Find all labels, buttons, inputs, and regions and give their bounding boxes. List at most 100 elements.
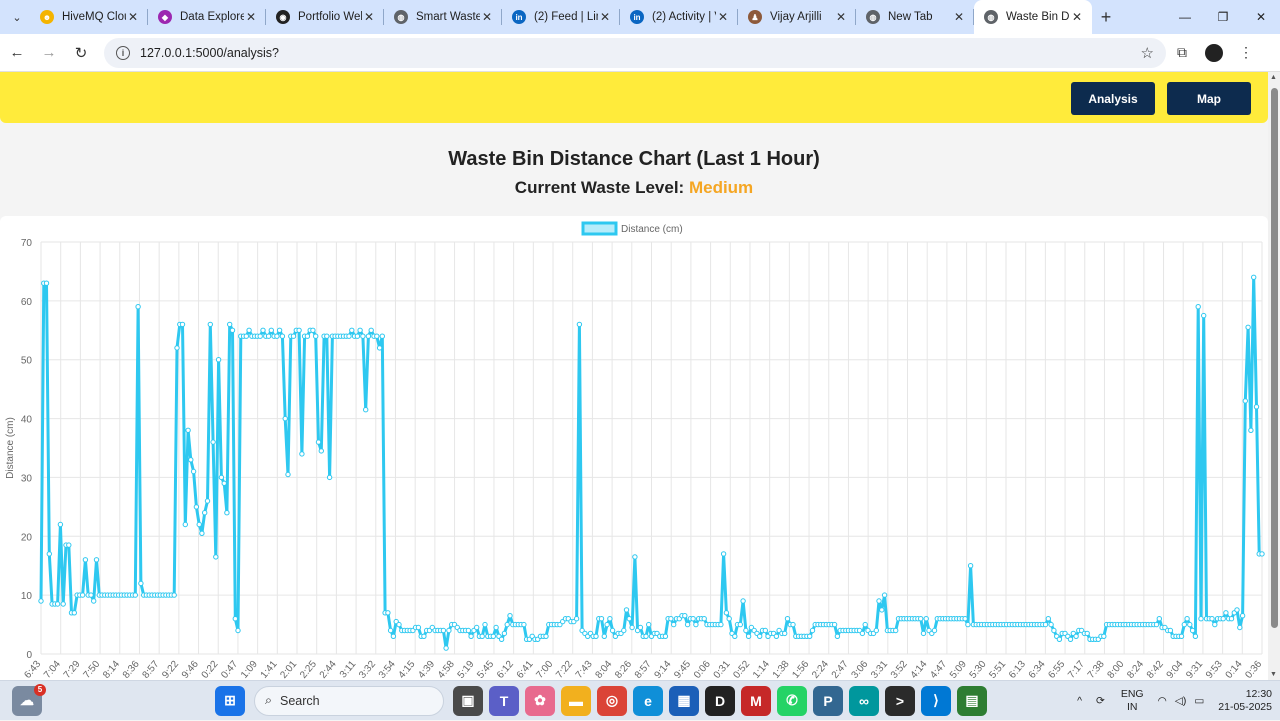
- browser-tab[interactable]: ◍ Smart Waste ✕: [384, 0, 502, 34]
- browser-tab[interactable]: in (2) Activity | V ✕: [620, 0, 738, 34]
- page-title: Waste Bin Distance Chart (Last 1 Hour): [448, 148, 820, 170]
- data-point: [1220, 616, 1226, 622]
- battery-icon[interactable]: ▭: [1194, 695, 1204, 707]
- data-point: [1189, 627, 1196, 634]
- chrome-icon[interactable]: ◎: [597, 685, 627, 716]
- data-point: [390, 633, 397, 639]
- teams-icon[interactable]: T: [489, 685, 519, 716]
- analysis-button[interactable]: Analysis: [1071, 82, 1155, 115]
- x-tick-label: 5:19: [456, 659, 477, 680]
- tab-close-icon[interactable]: ✕: [362, 10, 376, 24]
- terminal-icon[interactable]: >: [885, 685, 915, 716]
- store-icon[interactable]: ▦: [669, 685, 699, 716]
- data-point: [740, 598, 746, 604]
- task-view-icon[interactable]: ▣: [453, 685, 483, 716]
- dell-icon[interactable]: D: [705, 685, 735, 716]
- back-button[interactable]: ←: [2, 38, 32, 68]
- bookmark-star-icon[interactable]: ☆: [1141, 44, 1154, 62]
- scroll-up-icon[interactable]: ▲: [1270, 74, 1277, 81]
- data-point: [468, 633, 474, 639]
- scrollbar-thumb[interactable]: [1271, 88, 1278, 628]
- new-tab-button[interactable]: +: [1092, 7, 1120, 28]
- map-button[interactable]: Map: [1167, 82, 1251, 115]
- clock[interactable]: 12:30 21-05-2025: [1218, 688, 1272, 714]
- tab-close-icon[interactable]: ✕: [1070, 10, 1084, 24]
- postgres-icon[interactable]: P: [813, 685, 843, 716]
- reload-button[interactable]: ↻: [66, 38, 96, 68]
- y-tick-label: 60: [21, 297, 33, 308]
- x-tick-label: 9:04: [1165, 659, 1186, 680]
- info-icon[interactable]: i: [116, 45, 130, 60]
- waste-level-label: Current Waste Level:: [514, 178, 685, 197]
- spreadsheet-icon[interactable]: ▤: [957, 685, 987, 716]
- edge-icon[interactable]: e: [633, 685, 663, 716]
- browser-tab[interactable]: in (2) Feed | Link✕: [502, 0, 620, 34]
- data-point: [465, 627, 472, 634]
- file-explorer-icon[interactable]: ▬: [561, 685, 591, 716]
- page-viewport: Analysis Map Waste Bin Distance Chart (L…: [0, 72, 1268, 680]
- minimize-button[interactable]: —: [1166, 0, 1204, 34]
- tab-title: (2) Feed | Link: [534, 11, 598, 23]
- copilot-icon[interactable]: ✿: [525, 685, 555, 716]
- windows-taskbar: ☁ 5 ⊞ ⌕ Search ▣ T ✿ ▬ ◎ e ▦ D M ✆ P ∞ >…: [0, 680, 1280, 720]
- taskbar-search-placeholder: Search: [280, 693, 320, 708]
- mcafee-icon[interactable]: M: [741, 685, 771, 716]
- tab-search-button[interactable]: ⌄: [4, 4, 30, 30]
- browser-tab[interactable]: ◍ New Tab ✕: [856, 0, 974, 34]
- browser-tab[interactable]: ◉ Portfolio Web ✕: [266, 0, 384, 34]
- tab-close-icon[interactable]: ✕: [834, 10, 848, 24]
- browser-tab[interactable]: ◆ Data Explore ✕: [148, 0, 266, 34]
- page-scrollbar[interactable]: ▲ ▼: [1268, 72, 1280, 680]
- extensions-icon[interactable]: ⧉: [1166, 38, 1198, 68]
- data-point: [1181, 621, 1188, 628]
- data-point: [221, 480, 227, 486]
- tab-close-icon[interactable]: ✕: [480, 10, 494, 24]
- chevron-up-icon[interactable]: ^: [1077, 695, 1082, 707]
- y-tick-label: 20: [21, 532, 33, 543]
- sync-icon[interactable]: ⟳: [1096, 695, 1105, 707]
- x-tick-label: 9:31: [1184, 659, 1205, 680]
- data-point: [637, 624, 644, 631]
- x-tick-label: 8:24: [1125, 659, 1146, 680]
- x-tick-label: 8:14: [101, 659, 122, 680]
- profile-avatar[interactable]: [1198, 38, 1230, 68]
- language-indicator[interactable]: ENG IN: [1121, 688, 1144, 714]
- whatsapp-icon[interactable]: ✆: [777, 685, 807, 716]
- x-tick-label: 5:45: [475, 659, 496, 680]
- toolbar-actions: ⧉ ⋮: [1166, 38, 1262, 68]
- browser-tab[interactable]: ◍ Waste Bin Di ✕: [974, 0, 1092, 34]
- data-point: [762, 627, 768, 634]
- scroll-down-icon[interactable]: ▼: [1270, 671, 1277, 678]
- data-point: [199, 530, 205, 536]
- lang-region: IN: [1126, 701, 1138, 713]
- wifi-icon[interactable]: ◠: [1158, 695, 1167, 707]
- tab-close-icon[interactable]: ✕: [126, 10, 140, 24]
- data-point: [876, 598, 882, 604]
- close-window-button[interactable]: ✕: [1242, 0, 1280, 34]
- browser-tab[interactable]: ♟ Vijay Arjilli ✕: [738, 0, 856, 34]
- data-point: [268, 327, 274, 334]
- vscode-icon[interactable]: ⟩: [921, 685, 951, 716]
- x-tick-label: 3:31: [869, 659, 890, 680]
- volume-icon[interactable]: ◁): [1175, 695, 1187, 707]
- taskbar-search[interactable]: ⌕ Search: [254, 685, 444, 716]
- data-point: [315, 439, 322, 445]
- maximize-button[interactable]: ❐: [1204, 0, 1242, 34]
- tab-close-icon[interactable]: ✕: [952, 10, 966, 24]
- tab-close-icon[interactable]: ✕: [598, 10, 612, 24]
- tab-favicon-icon: ◍: [394, 10, 408, 24]
- start-icon[interactable]: ⊞: [215, 685, 245, 716]
- data-point: [1056, 636, 1063, 642]
- tab-close-icon[interactable]: ✕: [716, 10, 730, 24]
- data-point: [43, 280, 50, 286]
- data-point: [501, 630, 508, 637]
- menu-kebab-icon[interactable]: ⋮: [1230, 38, 1262, 68]
- browser-tab[interactable]: ☻ HiveMQ Clou ✕: [30, 0, 148, 34]
- data-point: [607, 616, 613, 622]
- data-point: [1153, 621, 1160, 628]
- address-bar[interactable]: i 127.0.0.1:5000/analysis? ☆: [104, 37, 1166, 68]
- weather-widget-icon[interactable]: ☁ 5: [12, 683, 46, 716]
- arduino-icon[interactable]: ∞: [849, 685, 879, 716]
- forward-button[interactable]: →: [34, 38, 64, 68]
- tab-close-icon[interactable]: ✕: [244, 10, 258, 24]
